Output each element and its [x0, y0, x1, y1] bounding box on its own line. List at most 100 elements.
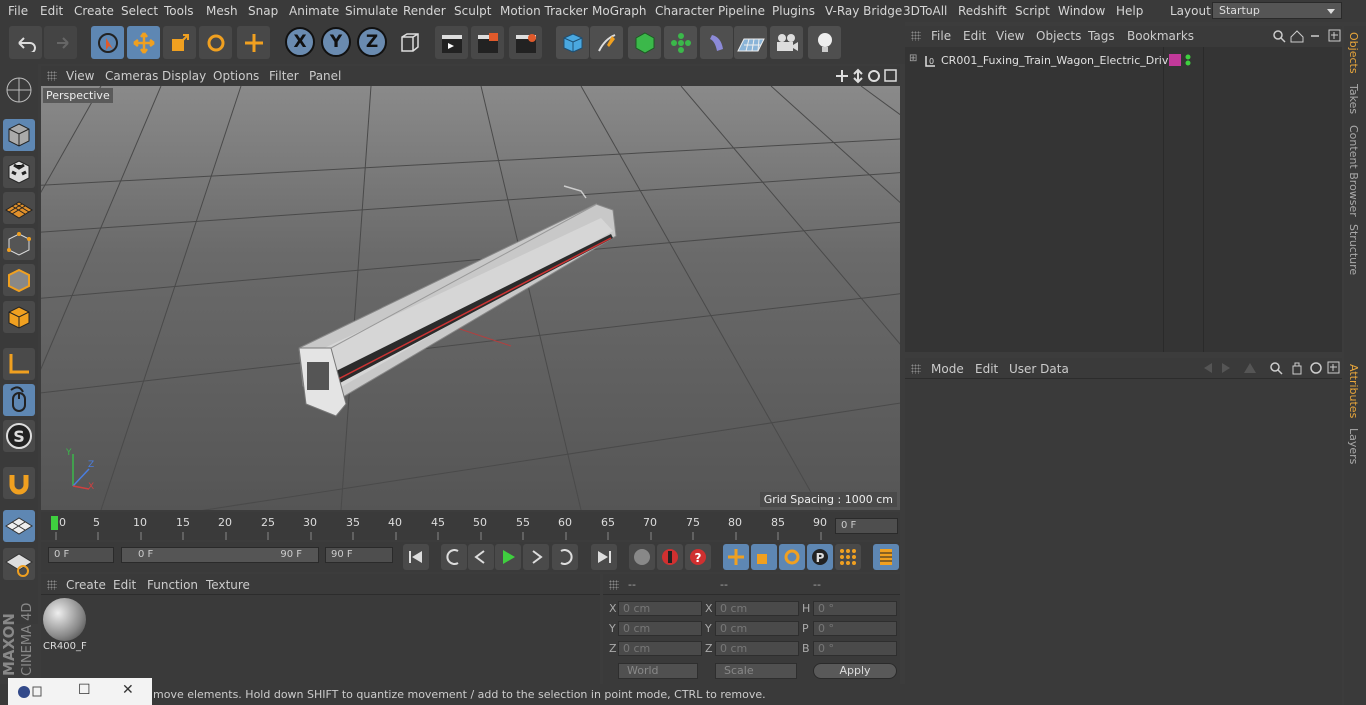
obj-menu-edit[interactable]: Edit [963, 29, 986, 43]
frame-range-slider[interactable]: 0 F 90 F [121, 547, 319, 563]
obj-menu-tags[interactable]: Tags [1088, 29, 1115, 43]
menu-3dtoall[interactable]: 3DToAll [903, 4, 947, 18]
material-menu-function[interactable]: Function [147, 578, 198, 592]
object-manager-tools[interactable] [1271, 28, 1341, 44]
floor-button[interactable] [734, 26, 767, 59]
current-frame-field[interactable]: 0 F [835, 518, 898, 534]
autokey-button[interactable] [657, 544, 683, 570]
key-pla-button[interactable] [835, 544, 861, 570]
maximize-icon[interactable]: ☐ [78, 682, 91, 698]
layer-color-swatch[interactable] [1169, 54, 1181, 66]
object-row[interactable]: ⊞ 0 CR001_Fuxing_Train_Wagon_Electric_Dr… [905, 52, 1175, 70]
pos-x-field[interactable]: 0 cm [618, 601, 702, 616]
key-rotation-button[interactable] [779, 544, 805, 570]
menu-select[interactable]: Select [121, 4, 158, 18]
scale-dropdown[interactable]: Scale [715, 663, 797, 679]
rot-p-field[interactable]: 0 ° [813, 621, 897, 636]
rot-b-field[interactable]: 0 ° [813, 641, 897, 656]
menu-create[interactable]: Create [74, 4, 114, 18]
redo-button[interactable] [44, 26, 77, 59]
menu-pipeline[interactable]: Pipeline [718, 4, 765, 18]
menu-simulate[interactable]: Simulate [345, 4, 398, 18]
render-view-button[interactable] [435, 26, 468, 59]
menu-help[interactable]: Help [1116, 4, 1143, 18]
pen-spline-button[interactable] [590, 26, 623, 59]
obj-menu-view[interactable]: View [996, 29, 1024, 43]
tab-attributes[interactable]: Attributes [1347, 364, 1360, 418]
texture-mode-button[interactable] [3, 156, 35, 188]
tab-structure[interactable]: Structure [1347, 224, 1360, 275]
perspective-viewport[interactable]: Perspective Y Z X Grid Spacing : 1000 cm [41, 86, 900, 510]
cube-object-button[interactable] [556, 26, 589, 59]
attr-menu-user-data[interactable]: User Data [1009, 362, 1069, 376]
rot-h-field[interactable]: 0 ° [813, 601, 897, 616]
material-menu-edit[interactable]: Edit [113, 578, 136, 592]
cloner-button[interactable] [664, 26, 697, 59]
model-mode-button[interactable] [3, 119, 35, 151]
menu-snap[interactable]: Snap [248, 4, 278, 18]
menu-render[interactable]: Render [403, 4, 446, 18]
apply-button[interactable]: Apply [813, 663, 897, 679]
obj-menu-objects[interactable]: Objects [1036, 29, 1081, 43]
tab-objects[interactable]: Objects [1347, 32, 1360, 74]
z-axis-lock-button[interactable]: Z [357, 27, 387, 57]
tab-layers[interactable]: Layers [1347, 428, 1360, 464]
menu-window[interactable]: Window [1058, 4, 1105, 18]
tab-takes[interactable]: Takes [1347, 84, 1360, 114]
obj-menu-bookmarks[interactable]: Bookmarks [1127, 29, 1194, 43]
menu-edit[interactable]: Edit [40, 4, 63, 18]
next-frame-button[interactable] [523, 544, 549, 570]
x-axis-lock-button[interactable]: X [285, 27, 315, 57]
render-region-button[interactable] [471, 26, 504, 59]
menu-plugins[interactable]: Plugins [772, 4, 815, 18]
menu-script[interactable]: Script [1015, 4, 1050, 18]
go-to-end-button[interactable] [591, 544, 617, 570]
key-position-button[interactable] [723, 544, 749, 570]
expand-icon[interactable]: ⊞ [909, 53, 917, 64]
size-z-field[interactable]: 0 cm [715, 641, 799, 656]
camera-button[interactable] [770, 26, 803, 59]
pos-y-field[interactable]: 0 cm [618, 621, 702, 636]
viewport-menu-cameras[interactable]: Cameras [105, 69, 158, 83]
viewport-menu-panel[interactable]: Panel [309, 69, 341, 83]
material-menu-texture[interactable]: Texture [206, 578, 250, 592]
grid-snap-button[interactable] [3, 510, 35, 542]
timeline-playhead[interactable] [51, 516, 58, 530]
pos-z-field[interactable]: 0 cm [618, 641, 702, 656]
y-axis-lock-button[interactable]: Y [321, 27, 351, 57]
go-to-start-button[interactable] [403, 544, 429, 570]
key-scale-button[interactable] [751, 544, 777, 570]
attr-menu-mode[interactable]: Mode [931, 362, 964, 376]
menu-vray-bridge[interactable]: V-Ray Bridge [825, 4, 902, 18]
subdivision-button[interactable] [628, 26, 661, 59]
tweak-mode-button[interactable] [3, 384, 35, 416]
deformer-button[interactable] [700, 26, 733, 59]
edges-mode-button[interactable] [3, 264, 35, 296]
menu-character[interactable]: Character [655, 4, 714, 18]
menu-animate[interactable]: Animate [289, 4, 339, 18]
snapping-button[interactable]: S [3, 420, 35, 452]
next-key-button[interactable] [552, 544, 578, 570]
visibility-dots-icon[interactable] [1184, 53, 1192, 67]
size-x-field[interactable]: 0 cm [715, 601, 799, 616]
world-dropdown[interactable]: World [618, 663, 698, 679]
scale-tool-button[interactable] [163, 26, 196, 59]
make-editable-button[interactable] [3, 74, 35, 106]
start-frame-field[interactable]: 0 F [48, 547, 114, 563]
timeline-window-button[interactable] [873, 544, 899, 570]
rotate-tool-button[interactable] [199, 26, 232, 59]
undo-button[interactable] [9, 26, 42, 59]
material-swatch[interactable]: CR400_F [43, 598, 87, 654]
viewport-menu-filter[interactable]: Filter [269, 69, 299, 83]
menu-motion-tracker[interactable]: Motion Tracker [500, 4, 588, 18]
keyframe-selection-button[interactable]: ? [685, 544, 711, 570]
menu-sculpt[interactable]: Sculpt [454, 4, 491, 18]
prev-frame-button[interactable] [468, 544, 494, 570]
menu-mograph[interactable]: MoGraph [592, 4, 647, 18]
size-y-field[interactable]: 0 cm [715, 621, 799, 636]
key-parameter-button[interactable]: P [807, 544, 833, 570]
record-keys-button[interactable] [629, 544, 655, 570]
render-settings-button[interactable] [509, 26, 542, 59]
attribute-nav-icons[interactable] [1200, 360, 1340, 376]
workplane-button[interactable] [3, 192, 35, 224]
